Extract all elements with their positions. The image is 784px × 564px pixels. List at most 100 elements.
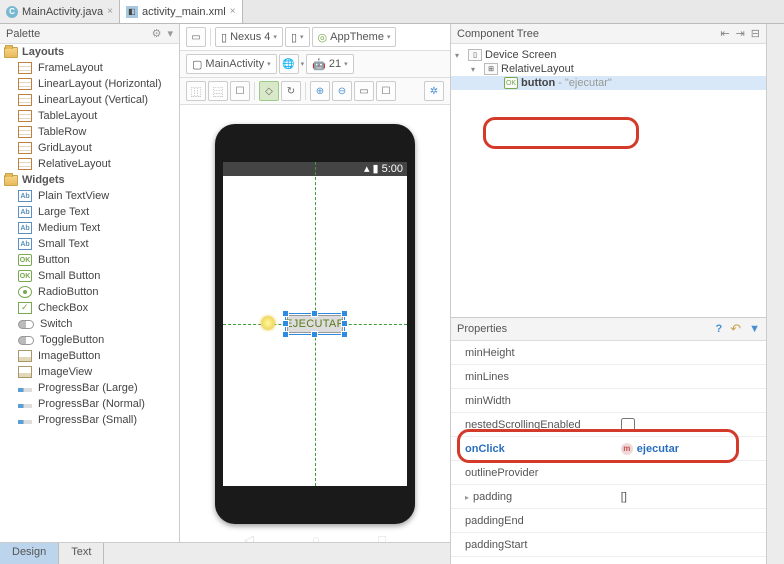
property-name: paddingStart [451, 536, 615, 554]
palette-title: Palette [6, 28, 40, 40]
component-tree-title: Component Tree [457, 28, 539, 40]
undo-icon[interactable]: ↶ [730, 321, 741, 337]
orientation-combo[interactable]: ▯▾ [285, 27, 310, 47]
close-icon[interactable]: × [107, 6, 113, 17]
editor-tab-xml[interactable]: ◧ activity_main.xml × [120, 0, 243, 23]
tab-text[interactable]: Text [59, 543, 104, 564]
palette-item[interactable]: ImageView [0, 364, 179, 380]
palette-item[interactable]: CheckBox [0, 300, 179, 316]
property-row[interactable]: paddingStart [451, 533, 766, 557]
reset-icon[interactable]: ☐ [376, 81, 396, 101]
tree-relativelayout[interactable]: ▾⊞ RelativeLayout [451, 62, 766, 76]
device-screen[interactable]: ▴ ▮ 5:00 EJECUTAR [223, 162, 407, 486]
property-name: shadowColor [451, 560, 615, 564]
close-icon[interactable]: × [230, 6, 236, 17]
help-icon[interactable]: ? [715, 323, 722, 335]
property-value[interactable]: [] [615, 488, 766, 506]
expand-icon[interactable]: ⇤ [720, 27, 729, 40]
property-row[interactable]: outlineProvider [451, 461, 766, 485]
editor-tab-java[interactable]: C MainActivity.java × [0, 0, 120, 23]
widget-icon: Ab [18, 238, 32, 250]
palette-item[interactable]: Switch [0, 316, 179, 332]
align-icon[interactable]: ⿳ [208, 81, 228, 101]
dropdown-icon[interactable]: ▾ [167, 27, 173, 40]
device-combo[interactable]: ▯ Nexus 4▾ [215, 27, 283, 47]
palette-item[interactable]: OKButton [0, 252, 179, 268]
property-name: outlineProvider [451, 464, 615, 482]
refresh-icon[interactable]: ↻ [281, 81, 301, 101]
zoom-out-icon[interactable]: ⊖ [332, 81, 352, 101]
palette-item-label: Plain TextView [38, 190, 109, 202]
property-value[interactable] [615, 350, 766, 356]
zoom-icon[interactable]: ▭ [186, 27, 206, 47]
canvas[interactable]: ▴ ▮ 5:00 EJECUTAR [180, 105, 450, 542]
tree-device-screen[interactable]: ▾▯ Device Screen [451, 48, 766, 62]
fit-icon[interactable]: ▭ [354, 81, 374, 101]
collapse-icon[interactable]: ⇥ [736, 27, 745, 40]
widget-icon [18, 286, 32, 298]
palette-item[interactable]: ProgressBar (Large) [0, 380, 179, 396]
palette-list: LayoutsFrameLayoutLinearLayout (Horizont… [0, 44, 179, 564]
property-value[interactable] [615, 398, 766, 404]
palette-item[interactable]: LinearLayout (Vertical) [0, 92, 179, 108]
palette-item-label: LinearLayout (Vertical) [38, 94, 148, 106]
palette-item[interactable]: TableRow [0, 124, 179, 140]
palette-item-label: Small Button [38, 270, 100, 282]
palette-item-label: ProgressBar (Normal) [38, 398, 145, 410]
property-value[interactable] [615, 470, 766, 476]
widget-icon: Ab [18, 190, 32, 202]
api-combo[interactable]: 🤖 21▾ [306, 54, 353, 74]
palette-item[interactable]: RadioButton [0, 284, 179, 300]
property-row[interactable]: minLines [451, 365, 766, 389]
palette-item[interactable]: ImageButton [0, 348, 179, 364]
selection-handles[interactable] [285, 313, 345, 335]
palette-category[interactable]: Widgets [0, 172, 179, 188]
checkbox[interactable] [621, 418, 635, 432]
filter-icon[interactable]: ▼ [749, 323, 760, 335]
property-value[interactable] [615, 542, 766, 548]
palette-item[interactable]: RelativeLayout [0, 156, 179, 172]
palette-category[interactable]: Layouts [0, 44, 179, 60]
property-row[interactable]: paddingEnd [451, 509, 766, 533]
property-value[interactable] [615, 415, 766, 435]
property-row[interactable]: nestedScrollingEnabled [451, 413, 766, 437]
zoom-in-icon[interactable]: ⊕ [310, 81, 330, 101]
activity-combo[interactable]: ▢ MainActivity▾ [186, 54, 277, 74]
gear-icon[interactable]: ⚙ [152, 27, 162, 40]
property-value[interactable]: mejecutar [615, 440, 766, 458]
align-icon[interactable]: ⿲ [186, 81, 206, 101]
tree-button[interactable]: OK button - "ejecutar" [451, 76, 766, 90]
palette-item[interactable]: LinearLayout (Horizontal) [0, 76, 179, 92]
palette-item[interactable]: AbMedium Text [0, 220, 179, 236]
property-row[interactable]: shadowColor [451, 557, 766, 564]
locale-icon[interactable]: 🌐 [279, 54, 299, 74]
palette-item[interactable]: TableLayout [0, 108, 179, 124]
palette-item[interactable]: FrameLayout [0, 60, 179, 76]
palette-item[interactable]: AbSmall Text [0, 236, 179, 252]
right-panel: Component Tree ⇤ ⇥ ⊟ ▾▯ Device Screen ▾⊞… [450, 24, 766, 564]
property-value[interactable] [615, 518, 766, 524]
tab-design[interactable]: Design [0, 543, 59, 564]
zoom-actual-icon[interactable]: ◇ [259, 81, 279, 101]
palette-item[interactable]: Ab Plain TextView [0, 188, 179, 204]
property-row[interactable]: minHeight [451, 341, 766, 365]
palette-item[interactable]: OKSmall Button [0, 268, 179, 284]
widget-icon [18, 320, 34, 329]
palette-item[interactable]: AbLarge Text [0, 204, 179, 220]
property-value[interactable] [615, 374, 766, 380]
palette-item[interactable]: GridLayout [0, 140, 179, 156]
collapse-all-icon[interactable]: ⊟ [751, 27, 760, 40]
settings-icon[interactable]: ✲ [424, 81, 444, 101]
align-icon[interactable]: ☐ [230, 81, 250, 101]
status-time: 5:00 [382, 163, 403, 175]
right-strip [766, 24, 784, 564]
property-name: paddingEnd [451, 512, 615, 530]
property-row[interactable]: minWidth [451, 389, 766, 413]
theme-combo[interactable]: ◎ AppTheme▾ [312, 27, 397, 47]
palette-item[interactable]: ProgressBar (Normal) [0, 396, 179, 412]
palette-item[interactable]: ProgressBar (Small) [0, 412, 179, 428]
property-row[interactable]: padding[] [451, 485, 766, 509]
palette-item[interactable]: ToggleButton [0, 332, 179, 348]
lightbulb-icon[interactable] [261, 316, 275, 330]
property-row[interactable]: onClickmejecutar [451, 437, 766, 461]
